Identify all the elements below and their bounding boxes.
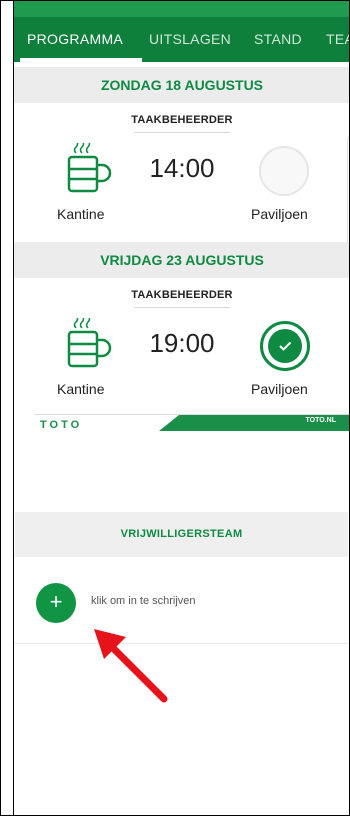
task-time: 19:00 — [149, 328, 215, 358]
signup-text[interactable]: klik om in te schrijven — [91, 595, 196, 607]
location-right: Paviljoen — [251, 206, 308, 222]
sponsor-logo: TOTO — [40, 419, 83, 431]
signup-row[interactable]: + klik om in te schrijven — [14, 561, 349, 644]
divider — [134, 132, 230, 133]
date-header: ZONDAG 18 AUGUSTUS — [14, 67, 349, 103]
add-button[interactable]: + — [36, 583, 76, 623]
coffee-cup-icon — [67, 318, 112, 368]
location-right: Paviljoen — [251, 381, 308, 397]
location-left: Kantine — [57, 381, 105, 397]
divider — [134, 307, 230, 308]
tab-programma[interactable]: PROGRAMMA — [27, 17, 123, 62]
sponsor-banner[interactable]: TOTO TOTO.NL — [34, 414, 349, 431]
app-screen: PROGRAMMA UITSLAGEN STAND TEA ZONDAG 18 … — [13, 1, 349, 815]
active-tab-indicator — [20, 58, 142, 62]
status-strip — [14, 1, 349, 17]
tab-uitslagen[interactable]: UITSLAGEN — [149, 17, 231, 62]
screenshot-frame: PROGRAMMA UITSLAGEN STAND TEA ZONDAG 18 … — [0, 0, 350, 816]
coffee-cup-icon — [67, 143, 112, 193]
annotation-arrow-icon — [94, 629, 168, 703]
status-open-icon[interactable] — [259, 146, 309, 196]
role-label: TAAKBEHEERDER — [131, 289, 233, 301]
location-left: Kantine — [57, 206, 105, 222]
tab-stand[interactable]: STAND — [254, 17, 302, 62]
checkmark-icon — [279, 341, 292, 351]
task-card[interactable]: TAAKBEHEERDER 14:00 Kantine Paviljoen — [14, 103, 349, 236]
task-card[interactable]: TAAKBEHEERDER 19:00 Kantine Paviljoen — [14, 278, 349, 411]
tab-bar: PROGRAMMA UITSLAGEN STAND TEA — [14, 17, 349, 62]
status-done-icon[interactable] — [260, 321, 310, 371]
date-header: VRIJDAG 23 AUGUSTUS — [14, 242, 349, 278]
tab-team[interactable]: TEA — [326, 17, 349, 62]
sponsor-site: TOTO.NL — [305, 417, 336, 424]
volunteers-heading: VRIJWILLIGERSTEAM — [15, 512, 348, 557]
task-time: 14:00 — [149, 153, 215, 183]
role-label: TAAKBEHEERDER — [131, 114, 233, 126]
